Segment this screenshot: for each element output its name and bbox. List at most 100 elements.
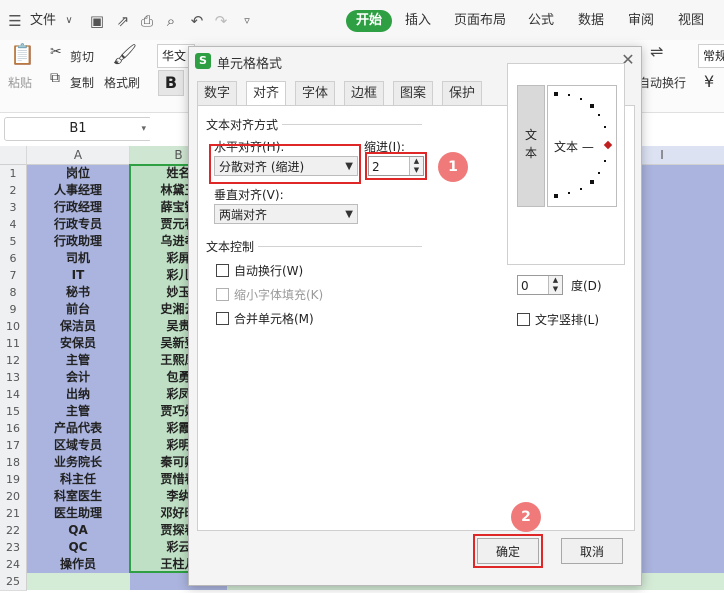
- spinner-arrows-icon[interactable]: ▲ ▼: [548, 276, 562, 294]
- cell-position[interactable]: 主管: [27, 352, 129, 370]
- row-header[interactable]: 23: [0, 539, 27, 557]
- wrap-text-checkbox[interactable]: [216, 264, 229, 277]
- cell-position[interactable]: 人事经理: [27, 182, 129, 200]
- cell-position[interactable]: 安保员: [27, 335, 129, 353]
- row-header[interactable]: 24: [0, 556, 27, 574]
- cell-position[interactable]: 科室医生: [27, 488, 129, 506]
- copy-button[interactable]: 复制: [70, 74, 94, 91]
- row-header[interactable]: 9: [0, 301, 27, 319]
- save-icon[interactable]: ▣: [88, 12, 106, 30]
- name-box[interactable]: B1 ▾: [4, 117, 152, 141]
- row-header[interactable]: 2: [0, 182, 27, 200]
- cell-position[interactable]: 行政经理: [27, 199, 129, 217]
- tab-insert[interactable]: 插入: [405, 10, 431, 32]
- tab-font[interactable]: 字体: [295, 81, 336, 106]
- vertical-stack-label[interactable]: 文字竖排(L): [535, 311, 599, 328]
- tab-pattern[interactable]: 图案: [393, 81, 434, 106]
- undo-icon[interactable]: ↶: [188, 12, 206, 30]
- bold-button[interactable]: B: [158, 70, 184, 96]
- vertical-text-button[interactable]: 文本: [517, 85, 545, 207]
- row-header[interactable]: 21: [0, 505, 27, 523]
- cell-position[interactable]: 行政助理: [27, 233, 129, 251]
- cell-position[interactable]: 会计: [27, 369, 129, 387]
- cell-position[interactable]: 业务院长: [27, 454, 129, 472]
- row-header[interactable]: 5: [0, 233, 27, 251]
- column-header-a[interactable]: A: [27, 146, 130, 165]
- tab-view[interactable]: 视图: [678, 10, 704, 32]
- scissors-icon[interactable]: ✂: [50, 44, 62, 60]
- select-all-corner[interactable]: [0, 146, 27, 165]
- tab-review[interactable]: 审阅: [628, 10, 654, 32]
- tab-formulas[interactable]: 公式: [528, 10, 554, 32]
- currency-button[interactable]: ¥: [704, 72, 714, 91]
- cell-position[interactable]: QC: [27, 539, 129, 557]
- merge-cells-checkbox[interactable]: [216, 312, 229, 325]
- format-painter-icon[interactable]: 🖌: [112, 42, 137, 66]
- cell-position[interactable]: 科主任: [27, 471, 129, 489]
- row-header[interactable]: 1: [0, 165, 27, 183]
- row-header[interactable]: 13: [0, 369, 27, 387]
- row-header[interactable]: 11: [0, 335, 27, 353]
- number-format-select[interactable]: 常规: [698, 44, 724, 68]
- row-header[interactable]: 16: [0, 420, 27, 438]
- cell-position[interactable]: 操作员: [27, 556, 129, 574]
- tab-page-layout[interactable]: 页面布局: [454, 10, 506, 32]
- cell-position[interactable]: 产品代表: [27, 420, 129, 438]
- row-header[interactable]: 19: [0, 471, 27, 489]
- row-header[interactable]: 4: [0, 216, 27, 234]
- cell-position[interactable]: 保洁员: [27, 318, 129, 336]
- tab-border[interactable]: 边框: [344, 81, 385, 106]
- cell-position[interactable]: 医生助理: [27, 505, 129, 523]
- wrap-text-label[interactable]: 自动换行(W): [234, 262, 303, 279]
- cell-position[interactable]: 前台: [27, 301, 129, 319]
- row-header[interactable]: 22: [0, 522, 27, 540]
- cancel-button[interactable]: 取消: [561, 538, 623, 564]
- shrink-to-fit-label[interactable]: 缩小字体填充(K): [234, 286, 323, 303]
- row-header[interactable]: 25: [0, 573, 27, 591]
- row-header[interactable]: 6: [0, 250, 27, 268]
- tab-protection[interactable]: 保护: [442, 81, 483, 106]
- print-icon[interactable]: ⎙: [138, 12, 156, 30]
- shrink-to-fit-checkbox[interactable]: [216, 288, 229, 301]
- tab-home[interactable]: 开始: [346, 10, 393, 32]
- chevron-down-icon[interactable]: ▾: [141, 118, 146, 140]
- row-header[interactable]: 17: [0, 437, 27, 455]
- cell-position[interactable]: 出纳: [27, 386, 129, 404]
- cell-position[interactable]: 司机: [27, 250, 129, 268]
- row-header[interactable]: 14: [0, 386, 27, 404]
- row-header[interactable]: 20: [0, 488, 27, 506]
- chevron-down-icon[interactable]: ∨: [60, 12, 78, 30]
- cut-button[interactable]: 剪切: [70, 48, 94, 65]
- degree-spinner[interactable]: 0 ▲ ▼: [517, 275, 563, 295]
- orientation-dial[interactable]: 文本 —: [547, 85, 617, 207]
- cell-position[interactable]: 行政专员: [27, 216, 129, 234]
- tab-data[interactable]: 数据: [578, 10, 604, 32]
- row-header[interactable]: 3: [0, 199, 27, 217]
- paste-icon[interactable]: 📋: [10, 42, 35, 66]
- copy-icon[interactable]: ⧉: [50, 70, 60, 86]
- customize-toolbar-icon[interactable]: ▿: [238, 12, 256, 30]
- tab-number[interactable]: 数字: [197, 81, 238, 106]
- cell-position[interactable]: 主管: [27, 403, 129, 421]
- header-cell-position[interactable]: 岗位: [27, 165, 129, 183]
- row-header[interactable]: 7: [0, 267, 27, 285]
- cell-position[interactable]: 区域专员: [27, 437, 129, 455]
- dial-pointer[interactable]: [603, 140, 613, 150]
- vertical-align-select[interactable]: 两端对齐 ▼: [214, 204, 358, 224]
- format-painter-button[interactable]: 格式刷: [104, 74, 140, 91]
- print-preview-icon[interactable]: ⌕: [162, 12, 180, 30]
- vertical-stack-checkbox[interactable]: [517, 313, 530, 326]
- row-header[interactable]: 18: [0, 454, 27, 472]
- row-header[interactable]: 8: [0, 284, 27, 302]
- auto-wrap-button[interactable]: 自动换行: [638, 74, 686, 91]
- file-menu[interactable]: 文件: [30, 10, 56, 32]
- cell-position[interactable]: QA: [27, 522, 129, 540]
- row-header[interactable]: 12: [0, 352, 27, 370]
- row-header[interactable]: 15: [0, 403, 27, 421]
- merge-cells-label[interactable]: 合并单元格(M): [234, 310, 314, 327]
- hamburger-menu-icon[interactable]: ☰: [6, 12, 24, 30]
- cell-position[interactable]: IT: [27, 267, 129, 285]
- export-icon[interactable]: ⇗: [114, 12, 132, 30]
- wrap-text-icon[interactable]: ⇌: [650, 42, 663, 61]
- tab-alignment[interactable]: 对齐: [246, 81, 287, 107]
